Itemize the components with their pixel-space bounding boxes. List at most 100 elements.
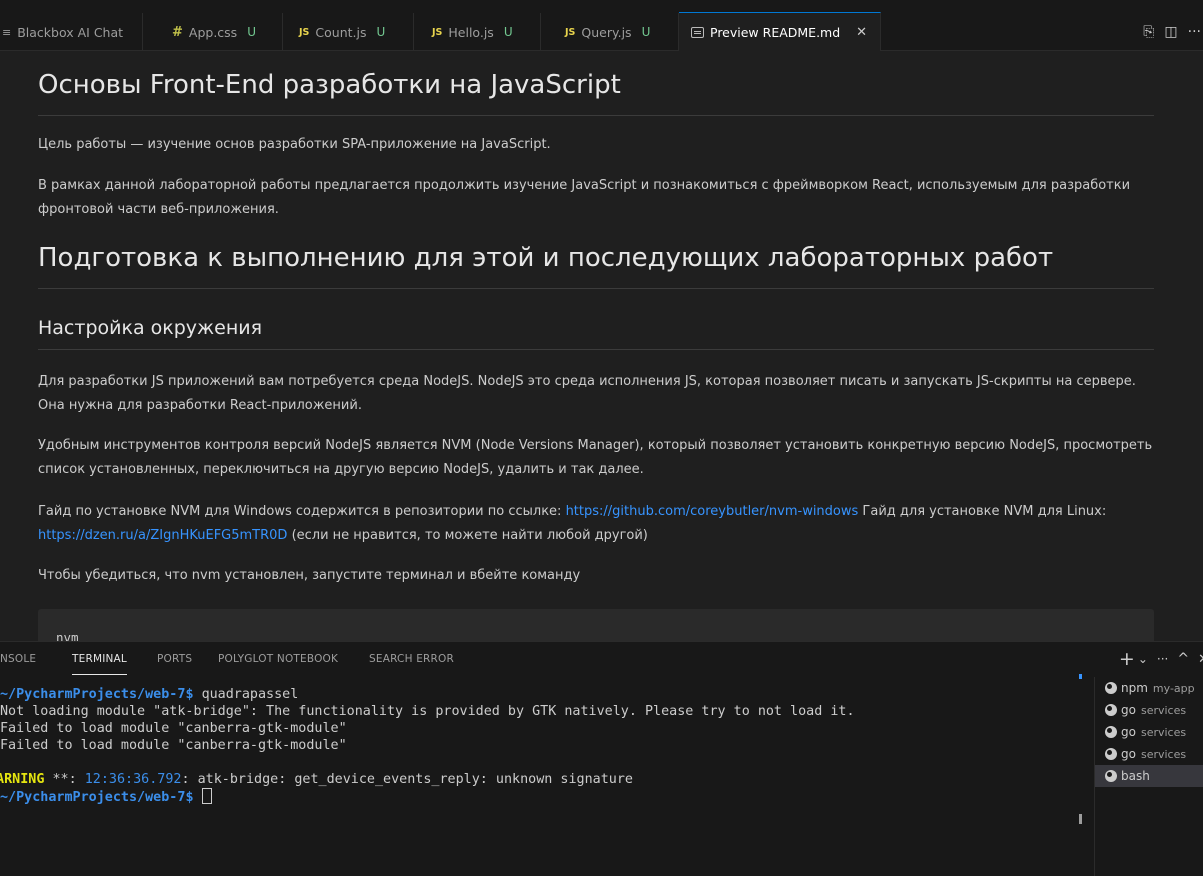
terminal-icon <box>1105 682 1117 694</box>
bottom-panel: NSOLE TERMINAL PORTS POLYGLOT NOTEBOOK S… <box>0 641 1203 876</box>
js-icon: JS <box>565 26 576 38</box>
tab-terminal[interactable]: TERMINAL <box>72 653 127 675</box>
prompt-symbol: $ <box>185 790 202 805</box>
paragraph-goal: Цель работы — изучение основ разработки … <box>38 137 551 152</box>
terminal-name: bash <box>1121 769 1150 783</box>
heading-1: Основы Front-End разработки на JavaScrip… <box>38 70 621 100</box>
panel-actions: + ⌄ ··· ^ ✕ <box>1119 648 1203 670</box>
terminal-line: ~/PycharmProjects/web-7$ quadrapassel <box>0 686 298 703</box>
tab-polyglot-notebook[interactable]: POLYGLOT NOTEBOOK <box>218 653 338 665</box>
heading-3: Настройка окружения <box>38 317 263 339</box>
divider <box>38 288 1154 289</box>
divider <box>38 115 1154 116</box>
terminal-icon <box>1105 704 1117 716</box>
panel-tab-bar: NSOLE TERMINAL PORTS POLYGLOT NOTEBOOK S… <box>0 642 1203 678</box>
more-actions-icon[interactable]: ··· <box>1188 24 1201 40</box>
terminal-name: go <box>1121 725 1136 739</box>
paragraph-nodejs: Для разработки JS приложений вам потребу… <box>38 374 1136 413</box>
tab-label: App.css <box>188 24 238 40</box>
terminal-output[interactable]: ~/PycharmProjects/web-7$ quadrapassel No… <box>0 678 1078 876</box>
terminal-name: go <box>1121 703 1136 717</box>
terminal-cursor <box>201 788 212 804</box>
more-actions-icon[interactable]: ··· <box>1157 652 1168 666</box>
prompt-symbol: $ <box>185 687 202 702</box>
divider <box>38 349 1154 350</box>
tab-hello-js[interactable]: JS Hello.js U <box>414 13 541 51</box>
tab-label: Hello.js <box>448 24 494 40</box>
terminal-name: npm <box>1121 681 1148 695</box>
warning-text: : atk-bridge: get_device_events_reply: u… <box>181 772 633 787</box>
chevron-down-icon[interactable]: ⌄ <box>1138 652 1148 666</box>
terminal-line: WARNING **: 12:36:36.792: atk-bridge: ge… <box>0 771 633 788</box>
tab-query-js[interactable]: JS Query.js U <box>541 13 679 51</box>
css-icon: # <box>172 24 183 40</box>
untracked-badge: U <box>376 25 386 39</box>
paragraph-check: Чтобы убедиться, что nvm установлен, зап… <box>38 568 581 583</box>
terminal-list-item-selected[interactable]: bash <box>1095 765 1203 787</box>
terminal-line: Not loading module "atk-bridge": The fun… <box>0 704 855 719</box>
terminal-list: npm my-app go services go services go se… <box>1095 677 1203 876</box>
maximize-panel-icon[interactable]: ^ <box>1177 651 1189 667</box>
terminal-line: Failed to load module "canberra-gtk-modu… <box>0 738 347 753</box>
markdown-preview: Основы Front-End разработки на JavaScrip… <box>0 52 1203 641</box>
paragraph-intro: В рамках данной лабораторной работы пред… <box>38 178 1131 217</box>
tab-label: Count.js <box>315 24 367 40</box>
tab-debug-console[interactable]: NSOLE <box>0 653 36 665</box>
terminal-list-item[interactable]: go services <box>1095 743 1203 765</box>
command-text: quadrapassel <box>201 687 299 702</box>
tab-label: Blackbox AI Chat <box>17 24 124 40</box>
close-icon[interactable]: ✕ <box>856 25 867 40</box>
warning-label: WARNING <box>0 772 45 787</box>
terminal-list-item[interactable]: npm my-app <box>1095 677 1203 699</box>
code-text: nvm <box>56 630 79 641</box>
paragraph-nvm: Удобным инструментов контроля версий Nod… <box>38 438 1153 477</box>
terminal-cwd: services <box>1140 747 1187 761</box>
terminal-icon <box>1105 726 1117 738</box>
terminal-cwd: services <box>1140 703 1187 717</box>
tab-search-error[interactable]: SEARCH ERROR <box>369 653 454 665</box>
tab-count-js[interactable]: JS Count.js U <box>283 13 414 51</box>
editor-actions: ⎘ ◫ ··· <box>1143 13 1201 51</box>
heading-2: Подготовка к выполнению для этой и после… <box>38 243 1054 273</box>
tab-label: Preview README.md <box>710 24 841 40</box>
guide-text-c: (если не нравится, то можете найти любой… <box>287 528 648 543</box>
prompt-path: ~/PycharmProjects/web-7 <box>0 790 186 805</box>
untracked-badge: U <box>247 25 256 39</box>
scroll-marker <box>1079 674 1082 679</box>
terminal-cwd: services <box>1140 725 1187 739</box>
nvm-linux-link[interactable]: https://dzen.ru/a/ZIgnHKuEFG5mTR0D <box>38 528 287 543</box>
title-strip <box>0 0 1203 13</box>
split-editor-icon[interactable]: ◫ <box>1164 24 1177 40</box>
close-panel-icon[interactable]: ✕ <box>1198 652 1203 667</box>
terminal-line: ~/PycharmProjects/web-7$ <box>0 788 212 806</box>
js-icon: JS <box>432 26 443 38</box>
prompt-path: ~/PycharmProjects/web-7 <box>0 687 186 702</box>
editor-tab-bar: ≡ Blackbox AI Chat # App.css U JS Count.… <box>0 0 1203 51</box>
untracked-badge: U <box>503 25 513 39</box>
terminal-icon <box>1105 748 1117 760</box>
terminal-line: Failed to load module "canberra-gtk-modu… <box>0 721 347 736</box>
terminal-icon <box>1105 770 1117 782</box>
blackbox-icon: ≡ <box>2 25 12 39</box>
untracked-badge: U <box>641 25 651 39</box>
tab-app-css[interactable]: # App.css U <box>156 13 283 51</box>
terminal-name: go <box>1121 747 1136 761</box>
nvm-windows-link[interactable]: https://github.com/coreybutler/nvm-windo… <box>566 504 859 519</box>
terminal-list-item[interactable]: go services <box>1095 721 1203 743</box>
preview-icon <box>691 26 704 38</box>
new-terminal-icon[interactable]: + <box>1119 648 1135 670</box>
tab-label: Query.js <box>581 24 632 40</box>
open-changes-icon[interactable]: ⎘ <box>1143 24 1154 40</box>
terminal-scrollbar[interactable] <box>1079 814 1082 824</box>
js-icon: JS <box>299 26 310 38</box>
code-block: nvm <box>38 609 1154 641</box>
tab-preview-readme[interactable]: Preview README.md ✕ <box>679 12 881 51</box>
guide-text-a: Гайд по установке NVM для Windows содерж… <box>38 504 566 519</box>
tab-ports[interactable]: PORTS <box>157 653 192 665</box>
warning-sep: **: <box>44 772 85 787</box>
paragraph-guide: Гайд по установке NVM для Windows содерж… <box>38 500 1154 548</box>
terminal-list-item[interactable]: go services <box>1095 699 1203 721</box>
terminal-cwd: my-app <box>1152 681 1195 695</box>
tab-blackbox-ai-chat[interactable]: ≡ Blackbox AI Chat <box>0 13 143 51</box>
guide-text-b: Гайд для установке NVM для Linux: <box>858 504 1107 519</box>
